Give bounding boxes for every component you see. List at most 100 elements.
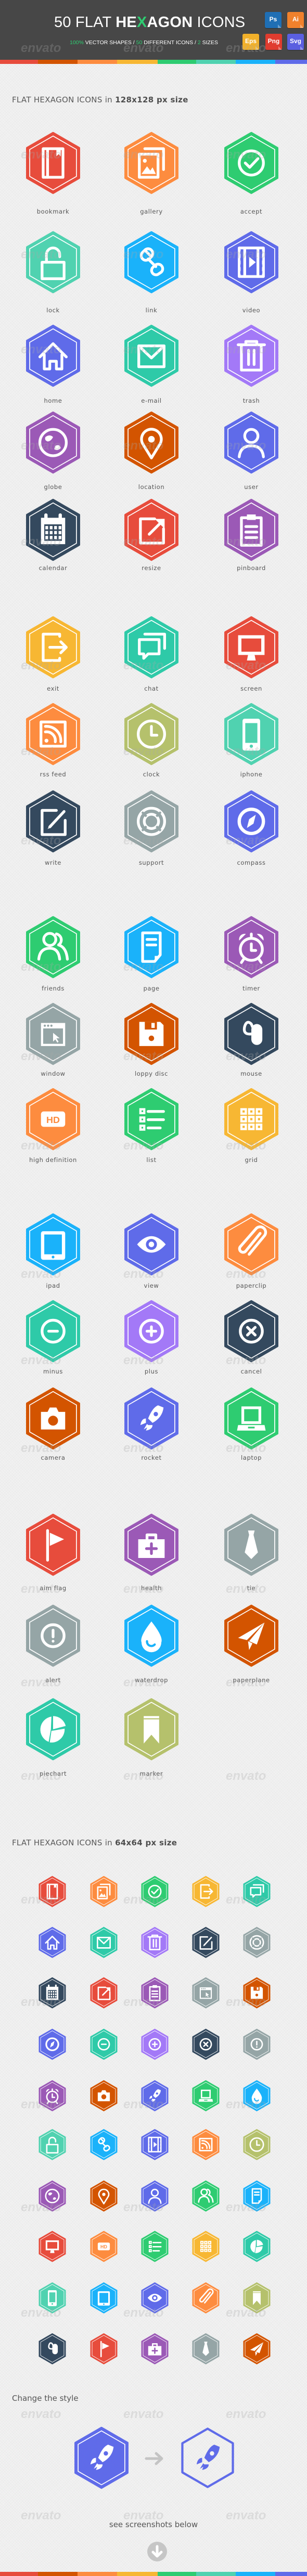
svg-badge: Svg: [287, 34, 304, 50]
envato-watermark: envato: [123, 2407, 164, 2421]
flag-icon: [89, 2333, 118, 2365]
icon-label: compass: [237, 859, 266, 866]
hd-icon: HD: [24, 1087, 82, 1151]
icon-label: trash: [242, 397, 260, 404]
hd-icon: HD: [89, 2230, 118, 2263]
plus-icon: [140, 2028, 169, 2060]
subtitle-part: VECTOR SHAPES /: [83, 39, 136, 46]
user-icon: [223, 411, 280, 474]
compass-icon: [223, 789, 280, 853]
subtitle-part: SIZES: [200, 39, 218, 46]
trash-icon: [140, 1926, 169, 1959]
health-icon: [140, 2333, 169, 2365]
waterdrop-icon: [242, 2080, 271, 2112]
exit-icon: [24, 615, 82, 679]
calendar-icon: [38, 1977, 67, 2009]
eps-badge: Eps: [242, 34, 259, 50]
support-icon: [123, 789, 180, 853]
icon-label: screen: [240, 685, 262, 692]
section-heading-64: FLAT HEXAGON ICONS in 64x64 px size: [12, 1838, 177, 1847]
stripe-segment: [275, 2572, 307, 2576]
window-icon: [24, 1002, 82, 1066]
link-icon: [123, 230, 180, 294]
globe-icon: [38, 2180, 67, 2212]
svg-text:HD: HD: [46, 1115, 60, 1125]
page-icon: [242, 2180, 271, 2212]
icon-label: lock: [46, 307, 60, 314]
icon-label: user: [244, 483, 259, 491]
timer-icon: [223, 915, 280, 979]
icon-label: pinboard: [237, 564, 266, 572]
trash-icon: [223, 324, 280, 388]
video-icon: [140, 2129, 169, 2161]
floppy-disc-icon: [123, 1002, 180, 1066]
icon-label: e-mail: [141, 397, 162, 404]
stripe-segment: [78, 60, 117, 64]
subtitle-part: 100%: [70, 39, 84, 46]
iphone-icon: [223, 702, 280, 766]
icon-label: camera: [41, 1454, 66, 1461]
icon-label: waterdrop: [134, 1676, 169, 1684]
floppy-disc-icon: [242, 1977, 271, 2009]
stripe-segment: [196, 60, 236, 64]
icon-label: resize: [142, 564, 161, 572]
stripe-segment: [158, 60, 196, 64]
icon-label: high definition: [29, 1156, 77, 1164]
minus-icon: [89, 2028, 118, 2060]
minus-icon: [24, 1299, 82, 1363]
icon-label: view: [144, 1282, 159, 1289]
icon-label: rocket: [141, 1454, 162, 1461]
icon-label: gallery: [140, 208, 163, 215]
friends-icon: [24, 915, 82, 979]
icon-label: laptop: [241, 1454, 262, 1461]
location-icon: [89, 2180, 118, 2212]
mouse-icon: [223, 1002, 280, 1066]
gallery-icon: [89, 1875, 118, 1908]
support-icon: [242, 1926, 271, 1959]
clock-icon: [242, 2129, 271, 2161]
iphone-icon: [38, 2282, 67, 2314]
chat-icon: [123, 615, 180, 679]
icon-label: grid: [245, 1156, 258, 1164]
icon-label: rss feed: [40, 771, 67, 778]
lock-icon: [38, 2129, 67, 2161]
stripe-segment: [275, 60, 307, 64]
pinboard-icon: [223, 498, 280, 562]
arrow-right-icon: [145, 2452, 164, 2465]
icon-label: bookmark: [36, 208, 70, 215]
png-badge: Png: [265, 34, 282, 50]
icon-label: loppy disc: [134, 1070, 169, 1077]
timer-icon: [38, 2080, 67, 2112]
camera-icon: [89, 2080, 118, 2112]
resize-icon: [123, 498, 180, 562]
compass-icon: [38, 2028, 67, 2060]
lock-icon: [24, 230, 82, 294]
marker-icon: [242, 2282, 271, 2314]
illustrator-badge: Ai: [287, 12, 304, 28]
page-subtitle: 100% VECTOR SHAPES / 50 DIFFERENT ICONS …: [70, 39, 218, 46]
ipad-icon: [24, 1212, 82, 1276]
color-stripe-top: [0, 60, 307, 64]
grid-icon: [191, 2230, 220, 2263]
window-icon: [191, 1977, 220, 2009]
accept-icon: [223, 131, 280, 195]
alert-icon: [242, 2028, 271, 2060]
stripe-segment: [117, 60, 158, 64]
rocket-icon: [140, 2080, 169, 2112]
resize-icon: [89, 1977, 118, 2009]
stripe-segment: [158, 2572, 196, 2576]
friends-icon: [191, 2180, 220, 2212]
page-title: 50 FLAT HEXAGON ICONS: [54, 14, 246, 31]
stripe-segment: [196, 2572, 236, 2576]
view-icon: [123, 1212, 180, 1276]
plus-icon: [123, 1299, 180, 1363]
email-icon: [89, 1926, 118, 1959]
camera-icon: [24, 1386, 82, 1450]
stripe-segment: [78, 2572, 117, 2576]
arrow-down-circle-icon[interactable]: [147, 2542, 167, 2561]
paperplane-icon: [223, 1604, 280, 1668]
icon-label: tie: [247, 1584, 256, 1592]
piechart-icon: [242, 2230, 271, 2263]
write-icon: [191, 1926, 220, 1959]
paperplane-icon: [242, 2333, 271, 2365]
